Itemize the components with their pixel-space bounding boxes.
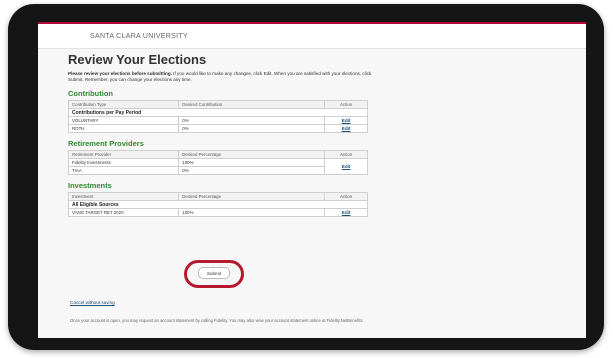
table-row: VANG TARGET RET 2020 100% Edit <box>67 208 368 217</box>
column-header: Desired Percentage <box>178 192 326 201</box>
table-row: TIAA 0% <box>67 166 368 175</box>
submit-area: Submit <box>184 260 244 288</box>
table-header-row: Investment Desired Percentage Action <box>67 192 368 201</box>
column-header: Desired Percentage <box>178 150 326 159</box>
retirement-table: Retirement Provider Desired Percentage A… <box>67 150 368 175</box>
contribution-table: Contribution Type Desired Contribution A… <box>67 100 368 133</box>
table-header-row: Contribution Type Desired Contribution A… <box>67 100 368 109</box>
cell: 100% <box>178 208 326 217</box>
photo-frame: SANTA CLARA UNIVERSITY Review Your Elect… <box>0 0 613 358</box>
column-header: Action <box>324 192 368 201</box>
section-contribution-title: Contribution <box>68 89 113 98</box>
cell: 0% <box>178 166 326 175</box>
intro-bold: Please review your elections before subm… <box>68 71 172 76</box>
submit-button[interactable]: Submit <box>198 267 230 279</box>
cell: 0% <box>178 124 326 133</box>
table-row: VOLUNTARY 0% Edit <box>67 116 368 125</box>
table-subheading-row: Contributions per Pay Period <box>68 108 368 117</box>
column-header: Contribution Type <box>67 100 180 109</box>
investments-table: Investment Desired Percentage Action All… <box>67 192 368 217</box>
screen: SANTA CLARA UNIVERSITY Review Your Elect… <box>38 22 586 338</box>
footer-note: Once your account is open, you may reque… <box>70 318 364 323</box>
cell: 100% <box>178 158 326 167</box>
cell: Fidelity Investments <box>67 158 180 167</box>
column-header: Desired Contribution <box>178 100 326 109</box>
cell: 0% <box>178 116 326 125</box>
edit-link[interactable]: Edit <box>324 208 368 217</box>
page-title: Review Your Elections <box>68 52 207 67</box>
subheading: All Eligible Sources <box>68 200 368 209</box>
cell: TIAA <box>67 166 180 175</box>
subheading: Contributions per Pay Period <box>68 108 368 117</box>
column-header: Investment <box>67 192 180 201</box>
site-header: SANTA CLARA UNIVERSITY <box>38 24 586 49</box>
edit-link[interactable]: Edit <box>324 124 368 133</box>
column-header: Action <box>324 100 368 109</box>
section-investments-title: Investments <box>68 181 112 190</box>
main-content: Review Your Elections Please review your… <box>67 52 558 217</box>
brand-logo-text: SANTA CLARA UNIVERSITY <box>90 33 188 40</box>
table-header-row: Retirement Provider Desired Percentage A… <box>67 150 368 159</box>
table-row: Fidelity Investments 100% Edit <box>67 158 368 175</box>
column-header: Action <box>324 150 368 159</box>
cell: VANG TARGET RET 2020 <box>67 208 180 217</box>
cell: VOLUNTARY <box>67 116 180 125</box>
cancel-link[interactable]: Cancel without saving <box>70 300 115 305</box>
edit-link[interactable]: Edit <box>324 158 368 175</box>
section-retirement-title: Retirement Providers <box>68 139 144 148</box>
edit-link[interactable]: Edit <box>324 116 368 125</box>
table-row: ROTH 0% Edit <box>67 124 368 133</box>
device-bezel: SANTA CLARA UNIVERSITY Review Your Elect… <box>8 4 604 350</box>
intro-text: Please review your elections before subm… <box>68 71 378 83</box>
cell: ROTH <box>67 124 180 133</box>
column-header: Retirement Provider <box>67 150 180 159</box>
table-subheading-row: All Eligible Sources <box>68 200 368 209</box>
